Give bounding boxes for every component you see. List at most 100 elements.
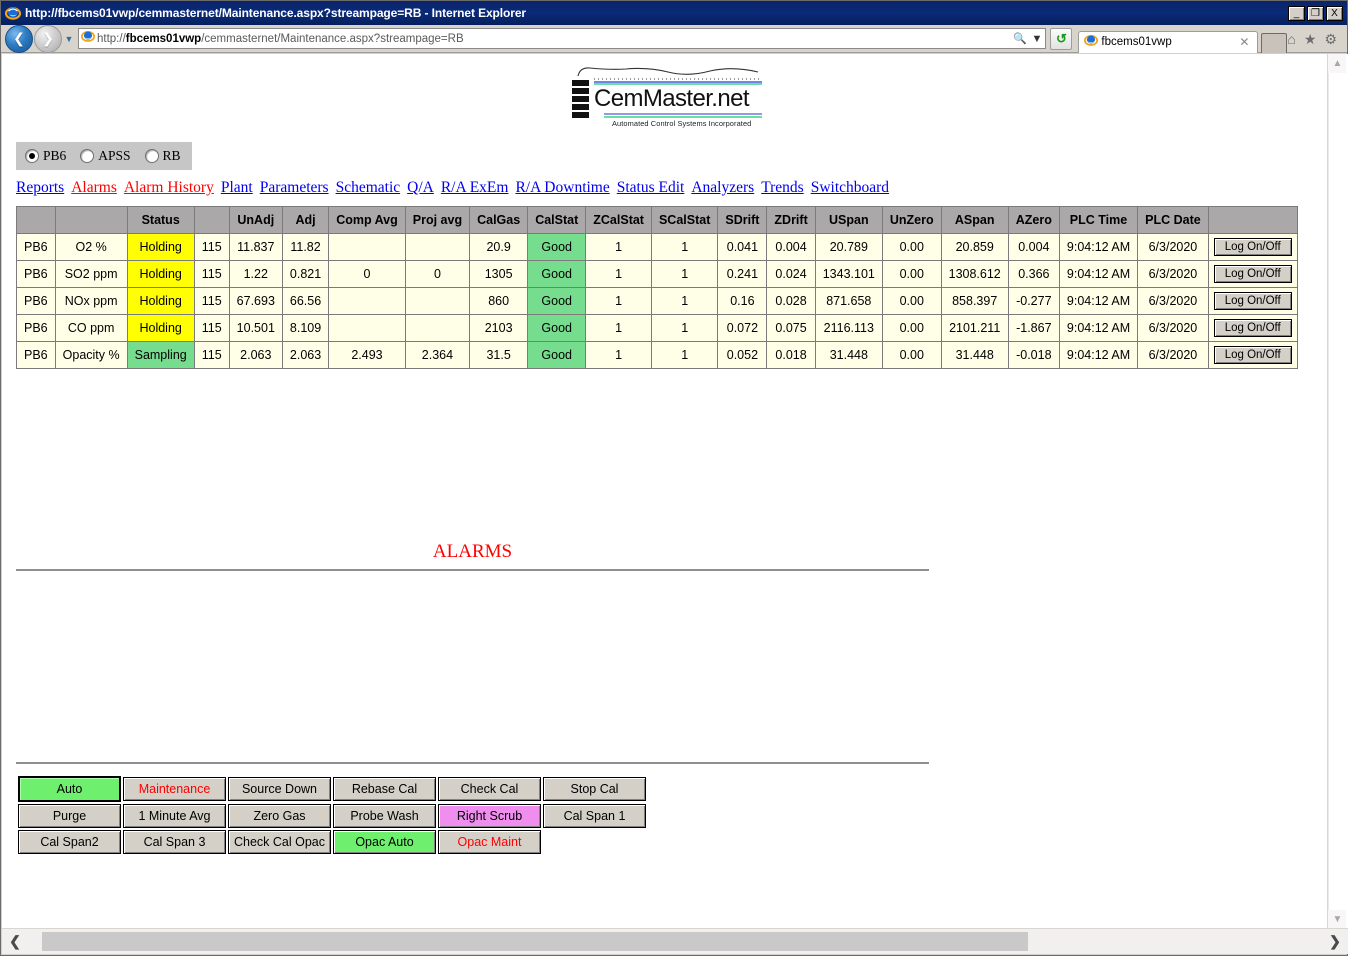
nav-link-r-a-exem[interactable]: R/A ExEm xyxy=(441,179,509,196)
nav-link-status-edit[interactable]: Status Edit xyxy=(617,179,685,196)
cell-param: O2 % xyxy=(54,233,128,261)
address-bar[interactable]: http://fbcems01vwp/cemmasternet/Maintena… xyxy=(78,28,1047,49)
star-icon[interactable]: ★ xyxy=(1304,32,1317,46)
cell-unadj: 67.693 xyxy=(228,287,283,315)
control-button-check-cal[interactable]: Check Cal xyxy=(438,777,541,801)
cell-plc-time: 9:04:12 AM xyxy=(1058,233,1139,261)
cell-zdrift: 0.004 xyxy=(766,233,816,261)
scroll-right-button[interactable]: ❯ xyxy=(1322,930,1348,954)
radio-label-rb: RB xyxy=(162,148,181,163)
tab-favicon-icon xyxy=(1083,33,1099,52)
nav-link-trends[interactable]: Trends xyxy=(761,179,804,196)
nav-link-q-a[interactable]: Q/A xyxy=(407,179,434,196)
table-row: PB6 NOx ppm Holding 115 67.693 66.56 860 Good 1 1… xyxy=(16,287,1298,315)
gear-icon[interactable]: ⚙ xyxy=(1324,32,1337,46)
radio-option-rb[interactable]: RB xyxy=(144,148,181,164)
control-button-maintenance[interactable]: Maintenance xyxy=(123,777,226,801)
cell-comp-avg: 2.493 xyxy=(328,341,406,369)
scroll-left-button[interactable]: ❮ xyxy=(2,930,28,954)
cell-unzero: 0.00 xyxy=(881,341,942,369)
cell-zdrift: 0.018 xyxy=(766,341,816,369)
log-on-off-button[interactable]: Log On/Off xyxy=(1213,319,1292,337)
column-header-azero: AZero xyxy=(1007,206,1060,234)
scroll-up-button[interactable]: ▲ xyxy=(1328,54,1347,73)
cell-status: Holding xyxy=(126,260,195,288)
nav-link-analyzers[interactable]: Analyzers xyxy=(691,179,754,196)
vertical-scrollbar-track[interactable] xyxy=(1328,73,1348,910)
horizontal-scrollbar[interactable]: ❮ ❯ xyxy=(2,928,1348,954)
radio-option-apss[interactable]: APSS xyxy=(80,148,131,164)
cell-unzero: 0.00 xyxy=(881,260,942,288)
radio-indicator-apss[interactable] xyxy=(80,149,95,163)
column-header-blank-3 xyxy=(193,206,230,234)
control-button-row: Purge 1 Minute Avg Zero Gas Probe Wash Right… xyxy=(18,804,646,828)
control-button-zero-gas[interactable]: Zero Gas xyxy=(228,804,331,828)
search-icon[interactable]: 🔍 xyxy=(1011,29,1028,48)
new-tab-button[interactable] xyxy=(1261,32,1288,53)
dropdown-icon[interactable]: ▼ xyxy=(1028,29,1045,48)
minimize-button[interactable]: _ xyxy=(1288,5,1305,21)
control-button-rebase-cal[interactable]: Rebase Cal xyxy=(333,777,436,801)
scroll-down-button[interactable]: ▼ xyxy=(1328,910,1347,929)
log-on-off-button[interactable]: Log On/Off xyxy=(1213,265,1292,283)
horizontal-scrollbar-thumb[interactable] xyxy=(42,932,1028,951)
control-button-1-minute-avg[interactable]: 1 Minute Avg xyxy=(123,804,226,828)
control-button-cal-span-1[interactable]: Cal Span 1 xyxy=(543,804,646,828)
nav-link-r-a-downtime[interactable]: R/A Downtime xyxy=(515,179,609,196)
forward-button[interactable]: ❯ xyxy=(34,24,62,53)
log-on-off-button[interactable]: Log On/Off xyxy=(1213,346,1292,364)
nav-link-parameters[interactable]: Parameters xyxy=(260,179,329,196)
history-dropdown-button[interactable]: ▼ xyxy=(62,29,76,49)
refresh-button[interactable]: ↺ xyxy=(1050,27,1073,50)
control-button-cell: Cal Span 1 xyxy=(543,804,646,828)
nav-link-schematic[interactable]: Schematic xyxy=(336,179,401,196)
control-button-cell xyxy=(543,830,646,854)
cell-plc-time: 9:04:12 AM xyxy=(1058,287,1139,315)
site-logo: CemMaster.net Automated Control Systems … xyxy=(2,54,1329,130)
tab-fbcems01vwp[interactable]: fbcems01vwp ✕ xyxy=(1078,30,1259,53)
page-content: CemMaster.net Automated Control Systems … xyxy=(2,54,1329,929)
radio-option-pb6[interactable]: PB6 xyxy=(25,148,66,164)
control-button-cal-span2[interactable]: Cal Span2 xyxy=(18,830,121,854)
nav-link-reports[interactable]: Reports xyxy=(16,179,64,196)
close-button[interactable]: X xyxy=(1326,5,1343,21)
home-icon[interactable]: ⌂ xyxy=(1287,32,1295,46)
cell-zcalstat: 1 xyxy=(585,287,652,315)
maximize-button[interactable]: ❐ xyxy=(1307,5,1324,21)
alarms-divider-bottom xyxy=(16,762,929,765)
forward-arrow-icon: ❯ xyxy=(42,30,54,47)
control-button-cal-span-3[interactable]: Cal Span 3 xyxy=(123,830,226,854)
close-icon[interactable]: ✕ xyxy=(1235,35,1253,49)
cell-calstat: Good xyxy=(527,287,587,315)
vertical-scrollbar[interactable]: ▲ ▼ xyxy=(1327,54,1348,929)
control-button-opac-maint[interactable]: Opac Maint xyxy=(438,830,541,854)
control-button-purge[interactable]: Purge xyxy=(18,804,121,828)
radio-indicator-rb[interactable] xyxy=(144,149,159,163)
nav-link-alarm-history[interactable]: Alarm History xyxy=(124,179,214,196)
control-button-check-cal-opac[interactable]: Check Cal Opac xyxy=(228,830,331,854)
window-buttons: _ ❐ X xyxy=(1288,5,1343,21)
cell-proj-avg xyxy=(404,233,471,261)
radio-indicator-pb6[interactable] xyxy=(25,149,39,163)
cell-unzero: 0.00 xyxy=(881,233,942,261)
control-button-auto[interactable]: Auto xyxy=(18,776,121,802)
back-button[interactable]: ❮ xyxy=(5,24,33,53)
control-button-stop-cal[interactable]: Stop Cal xyxy=(543,777,646,801)
column-header-calstat: CalStat xyxy=(527,206,587,234)
nav-link-alarms[interactable]: Alarms xyxy=(71,179,117,196)
cell-zdrift: 0.075 xyxy=(766,314,816,342)
nav-link-switchboard[interactable]: Switchboard xyxy=(811,179,889,196)
control-button-probe-wash[interactable]: Probe Wash xyxy=(333,804,436,828)
tab-strip: fbcems01vwp ✕ xyxy=(1078,25,1288,53)
control-button-source-down[interactable]: Source Down xyxy=(228,777,331,801)
nav-link-plant[interactable]: Plant xyxy=(221,179,253,196)
control-button-right-scrub[interactable]: Right Scrub xyxy=(438,804,541,828)
control-button-cell: Probe Wash xyxy=(333,804,436,828)
column-header-scalstat: SCalStat xyxy=(650,206,719,234)
control-button-opac-auto[interactable]: Opac Auto xyxy=(333,830,436,854)
cell-calgas: 860 xyxy=(469,287,529,315)
cell-zdrift: 0.028 xyxy=(766,287,816,315)
address-input[interactable]: http://fbcems01vwp/cemmasternet/Maintena… xyxy=(97,33,1011,45)
log-on-off-button[interactable]: Log On/Off xyxy=(1213,238,1292,256)
log-on-off-button[interactable]: Log On/Off xyxy=(1213,292,1292,310)
